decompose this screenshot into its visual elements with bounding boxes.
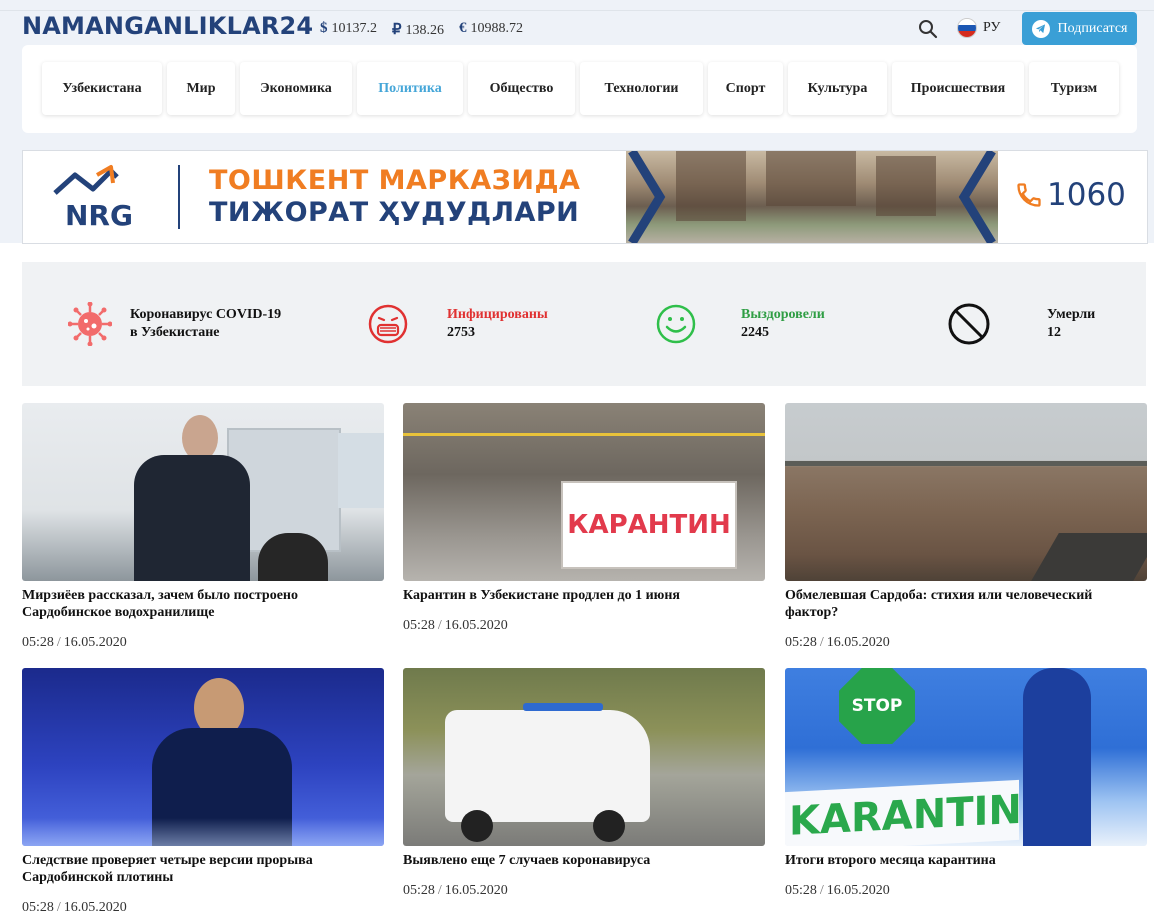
- covid-died-value: 12: [1047, 325, 1061, 340]
- karantin-banner-text: KARANTIN: [789, 786, 1022, 845]
- news-time: 05:28: [22, 635, 54, 650]
- covid-died-block: Умерли 12: [947, 262, 1095, 386]
- currency-rates: $10137.2 ₽138.26 €10988.72: [320, 20, 523, 39]
- rate-rub: ₽138.26: [392, 20, 444, 39]
- nav-item-society[interactable]: Общество: [468, 62, 575, 115]
- nav-item-culture[interactable]: Культура: [788, 62, 887, 115]
- news-meta: 05:28/16.05.2020: [403, 883, 508, 898]
- news-date: 16.05.2020: [444, 883, 508, 898]
- news-title[interactable]: Обмелевшая Сардоба: стихия или человечес…: [785, 587, 1147, 621]
- rate-usd-value: 10137.2: [331, 21, 378, 36]
- covid-died: Умерли 12: [1047, 306, 1095, 342]
- news-image[interactable]: [785, 403, 1147, 581]
- news-date: 16.05.2020: [63, 900, 127, 915]
- news-time: 05:28: [785, 635, 817, 650]
- news-meta: 05:28/16.05.2020: [785, 883, 890, 898]
- news-image[interactable]: [22, 668, 384, 846]
- news-image[interactable]: [403, 668, 765, 846]
- covid-infected: Инфицированы 2753: [447, 306, 548, 342]
- stop-sign-text: STOP: [851, 696, 903, 716]
- news-date: 16.05.2020: [826, 883, 890, 898]
- telegram-icon: [1031, 19, 1050, 38]
- subscribe-button[interactable]: Подписатся: [1022, 12, 1137, 45]
- nav-item-technology[interactable]: Технологии: [580, 62, 703, 115]
- covid-stats: Коронавирус COVID-19 в Узбекистане Инфиц…: [22, 262, 1146, 386]
- news-card[interactable]: КАРАНТИН Карантин в Узбекистане продлен …: [403, 403, 765, 634]
- banner-phone: 1060: [1015, 177, 1126, 213]
- news-meta: 05:28/16.05.2020: [403, 618, 508, 633]
- news-card[interactable]: Обмелевшая Сардоба: стихия или человечес…: [785, 403, 1147, 651]
- news-title[interactable]: Карантин в Узбекистане продлен до 1 июня: [403, 587, 765, 604]
- nav-item-uzbekistan[interactable]: Узбекистана: [42, 62, 162, 115]
- news-meta: 05:28/16.05.2020: [22, 635, 127, 650]
- news-title[interactable]: Итоги второго месяца карантина: [785, 852, 1147, 869]
- news-card[interactable]: Следствие проверяет четыре версии прорыв…: [22, 668, 384, 916]
- rate-rub-symbol: ₽: [392, 22, 402, 38]
- covid-recovered-value: 2245: [741, 325, 769, 340]
- covid-title-line1: Коронавирус COVID-19: [130, 307, 282, 322]
- news-meta: 05:28/16.05.2020: [785, 635, 890, 650]
- site-logo[interactable]: NAMANGANLIKLAR24: [22, 12, 313, 40]
- banner-photo: [626, 151, 998, 243]
- rate-rub-value: 138.26: [405, 23, 445, 38]
- virus-icon: [68, 302, 112, 346]
- search-icon[interactable]: [918, 19, 938, 39]
- rate-eur-value: 10988.72: [470, 21, 524, 36]
- covid-title: Коронавирус COVID-19 в Узбекистане: [130, 306, 281, 342]
- covid-recovered-label: Выздоровели: [741, 307, 825, 322]
- news-card[interactable]: Выявлено еще 7 случаев коронавируса 05:2…: [403, 668, 765, 899]
- news-image[interactable]: STOP KARANTIN: [785, 668, 1147, 846]
- header-divider: [0, 10, 1154, 11]
- covid-died-label: Умерли: [1047, 307, 1096, 322]
- covid-recovered-block: Выздоровели 2245: [655, 262, 825, 386]
- news-title[interactable]: Мирзиёев рассказал, зачем было построено…: [22, 587, 384, 621]
- rate-eur: €10988.72: [459, 20, 523, 39]
- news-time: 05:28: [22, 900, 54, 915]
- rate-usd-symbol: $: [320, 20, 328, 36]
- covid-infected-block: Инфицированы 2753: [367, 262, 548, 386]
- language-label: РУ: [983, 20, 1001, 35]
- rate-eur-symbol: €: [459, 20, 467, 36]
- covid-title-line2: в Узбекистане: [130, 325, 220, 340]
- nav-item-sport[interactable]: Спорт: [708, 62, 783, 115]
- main-nav: Узбекистана Мир Экономика Политика Общес…: [42, 62, 1119, 115]
- covid-infected-label: Инфицированы: [447, 307, 548, 322]
- sick-face-icon: [368, 304, 408, 344]
- nav-item-incidents[interactable]: Происшествия: [892, 62, 1024, 115]
- news-image[interactable]: КАРАНТИН: [403, 403, 765, 581]
- news-title[interactable]: Следствие проверяет четыре версии прорыв…: [22, 852, 384, 886]
- news-image[interactable]: [22, 403, 384, 581]
- banner-line1: ТОШКЕНТ МАРКАЗИДА: [209, 165, 581, 196]
- news-date: 16.05.2020: [444, 618, 508, 633]
- banner-brand: NRG: [65, 199, 133, 232]
- prohibited-icon: [948, 303, 990, 345]
- news-card[interactable]: STOP KARANTIN Итоги второго месяца каран…: [785, 668, 1147, 899]
- news-title[interactable]: Выявлено еще 7 случаев коронавируса: [403, 852, 765, 869]
- ad-banner[interactable]: NRG ТОШКЕНТ МАРКАЗИДА ТИЖОРАТ ҲУДУДЛАРИ …: [22, 150, 1148, 244]
- subscribe-label: Подписатся: [1057, 20, 1128, 36]
- news-time: 05:28: [785, 883, 817, 898]
- nav-item-politics[interactable]: Политика: [357, 62, 463, 115]
- news-date: 16.05.2020: [826, 635, 890, 650]
- covid-title-block: Коронавирус COVID-19 в Узбекистане: [68, 262, 281, 386]
- nav-item-economy[interactable]: Экономика: [240, 62, 352, 115]
- rate-usd: $10137.2: [320, 20, 377, 39]
- news-card[interactable]: Мирзиёев рассказал, зачем было построено…: [22, 403, 384, 651]
- language-switcher[interactable]: РУ: [957, 18, 1000, 38]
- covid-infected-value: 2753: [447, 325, 475, 340]
- covid-recovered: Выздоровели 2245: [741, 306, 825, 342]
- phone-icon: [1017, 183, 1041, 207]
- nav-item-tourism[interactable]: Туризм: [1029, 62, 1119, 115]
- news-date: 16.05.2020: [63, 635, 127, 650]
- news-time: 05:28: [403, 883, 435, 898]
- news-meta: 05:28/16.05.2020: [22, 900, 127, 915]
- quarantine-sign-text: КАРАНТИН: [567, 510, 731, 540]
- nav-item-world[interactable]: Мир: [167, 62, 235, 115]
- banner-line2: ТИЖОРАТ ҲУДУДЛАРИ: [209, 197, 580, 228]
- smile-icon: [656, 304, 696, 344]
- banner-phone-number: 1060: [1047, 177, 1126, 213]
- russian-flag-icon: [957, 18, 977, 38]
- banner-divider: [178, 165, 180, 229]
- news-time: 05:28: [403, 618, 435, 633]
